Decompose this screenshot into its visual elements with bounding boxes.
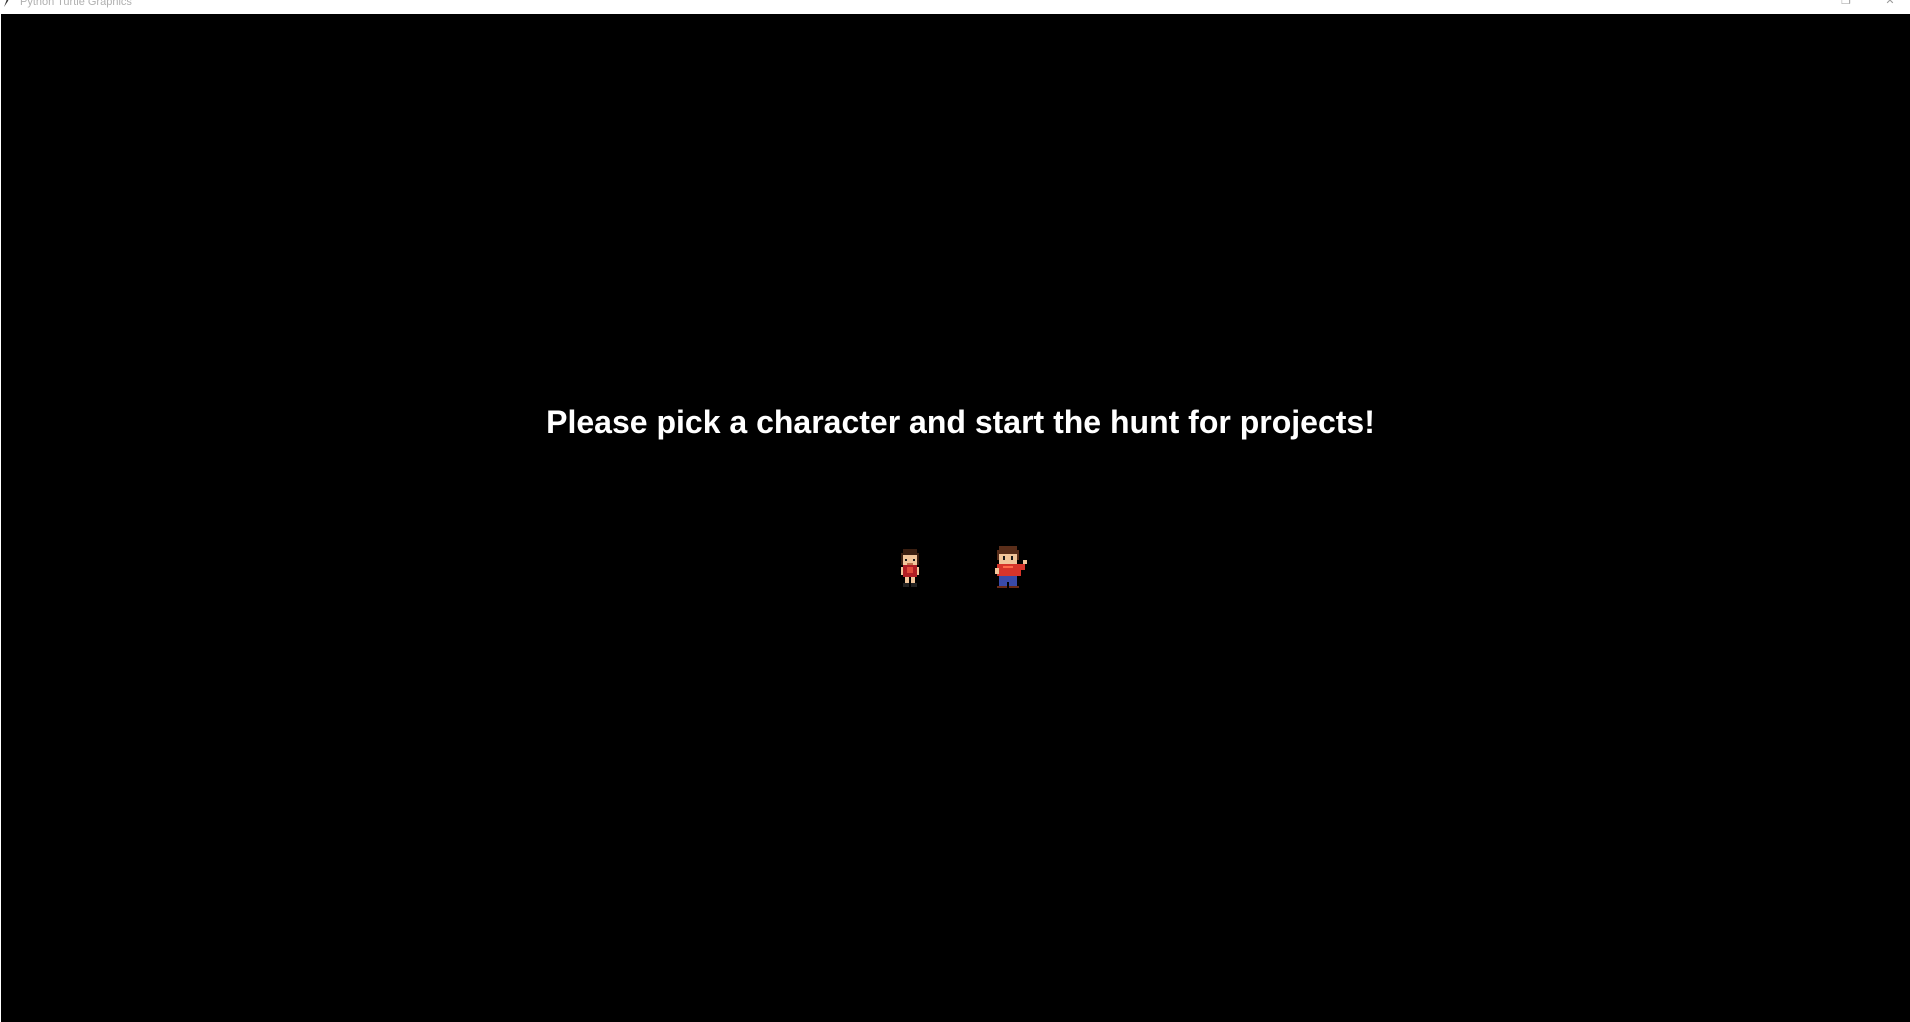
girl-character-sprite[interactable] bbox=[899, 549, 921, 587]
instruction-text: Please pick a character and start the hu… bbox=[546, 404, 1375, 440]
title-bar: Python Turtle Graphics ❐ ✕ bbox=[0, 0, 1910, 14]
restore-button[interactable]: ❐ bbox=[1836, 0, 1856, 8]
window-title: Python Turtle Graphics bbox=[20, 0, 132, 8]
boy-character-sprite[interactable] bbox=[995, 546, 1033, 588]
turtle-window: Python Turtle Graphics ❐ ✕ Please pick a… bbox=[0, 0, 1910, 1022]
close-button[interactable]: ✕ bbox=[1880, 0, 1900, 8]
feather-icon bbox=[4, 0, 9, 7]
turtle-canvas[interactable]: Please pick a character and start the hu… bbox=[1, 14, 1910, 1022]
